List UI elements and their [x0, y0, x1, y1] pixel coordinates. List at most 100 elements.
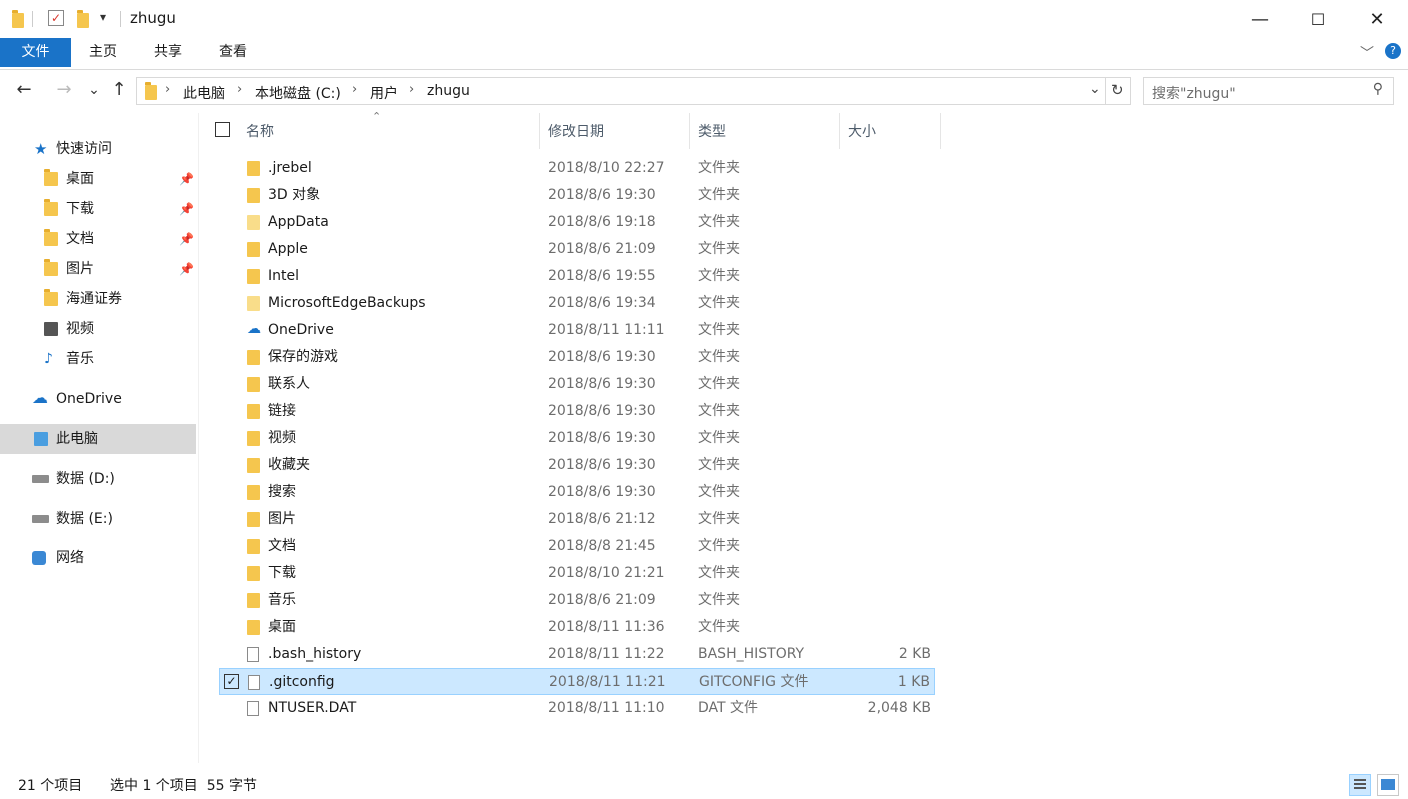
file-name: Apple	[268, 241, 308, 257]
file-name: 保存的游戏	[268, 349, 338, 365]
breadcrumb-users[interactable]: 用户	[370, 83, 398, 103]
breadcrumb-zhugu[interactable]: zhugu	[427, 83, 470, 99]
sidebar-item-desktop[interactable]: 桌面 📌	[44, 165, 194, 193]
properties-icon[interactable]: ✓	[48, 10, 64, 26]
row-checkbox[interactable]: ✓	[224, 674, 239, 689]
file-row[interactable]: 收藏夹 2018/8/6 19:30 文件夹	[219, 452, 935, 479]
file-row[interactable]: 桌面 2018/8/11 11:36 文件夹	[219, 614, 935, 641]
sidebar-item-videos[interactable]: 视频	[44, 315, 94, 343]
column-header-size[interactable]: 大小	[848, 121, 876, 141]
breadcrumb-this-pc[interactable]: 此电脑	[183, 83, 225, 103]
file-name: .jrebel	[268, 160, 312, 176]
file-row[interactable]: 保存的游戏 2018/8/6 19:30 文件夹	[219, 344, 935, 371]
column-header-name[interactable]: 名称	[246, 121, 274, 141]
videos-icon	[44, 322, 58, 336]
file-row[interactable]: 链接 2018/8/6 19:30 文件夹	[219, 398, 935, 425]
sidebar-item-downloads[interactable]: 下载 📌	[44, 195, 194, 223]
sidebar-item-quick-access[interactable]: ★ 快速访问	[34, 135, 112, 163]
file-date: 2018/8/6 19:30	[548, 403, 656, 419]
title-bar: ✓ ▾ zhugu — ☐ ✕	[0, 0, 1408, 38]
pin-icon[interactable]: 📌	[179, 225, 194, 253]
file-row[interactable]: ☁ OneDrive 2018/8/11 11:11 文件夹	[219, 317, 935, 344]
details-view-button[interactable]	[1349, 774, 1371, 796]
pin-icon[interactable]: 📌	[179, 165, 194, 193]
breadcrumb-separator[interactable]: ›	[165, 82, 170, 97]
select-all-checkbox[interactable]	[215, 122, 230, 137]
ribbon-expand-icon[interactable]: ﹀	[1360, 43, 1374, 63]
pane-divider[interactable]	[198, 113, 199, 763]
file-name: 音乐	[268, 592, 296, 608]
address-dropdown-icon[interactable]: ⌄	[1089, 81, 1101, 97]
file-date: 2018/8/6 19:30	[548, 457, 656, 473]
close-button[interactable]: ✕	[1347, 0, 1407, 38]
back-button[interactable]: ←	[12, 78, 36, 102]
sidebar-item-documents[interactable]: 文档 📌	[44, 225, 194, 253]
file-row[interactable]: 文档 2018/8/8 21:45 文件夹	[219, 533, 935, 560]
file-row[interactable]: MicrosoftEdgeBackups 2018/8/6 19:34 文件夹	[219, 290, 935, 317]
breadcrumb-separator[interactable]: ›	[237, 82, 242, 97]
folder-icon	[247, 377, 260, 392]
forward-button[interactable]: →	[52, 78, 76, 102]
sidebar-item-this-pc[interactable]: 此电脑	[34, 425, 98, 453]
sidebar-item-onedrive[interactable]: ☁ OneDrive	[32, 385, 122, 413]
folder-icon	[247, 593, 260, 608]
new-folder-icon[interactable]	[77, 10, 89, 28]
breadcrumb-drive-c[interactable]: 本地磁盘 (C:)	[255, 83, 341, 103]
file-row[interactable]: 下载 2018/8/10 21:21 文件夹	[219, 560, 935, 587]
file-row[interactable]: 3D 对象 2018/8/6 19:30 文件夹	[219, 182, 935, 209]
cloud-icon: ☁	[32, 388, 48, 407]
sidebar-item-drive-e[interactable]: 数据 (E:)	[32, 505, 113, 533]
up-button[interactable]: ↑	[107, 78, 131, 102]
folder-icon	[247, 620, 260, 635]
qat-dropdown-icon[interactable]: ▾	[100, 10, 106, 24]
file-name: AppData	[268, 214, 329, 230]
column-separator[interactable]	[689, 113, 690, 149]
file-date: 2018/8/6 21:09	[548, 241, 656, 257]
refresh-icon[interactable]: ↻	[1111, 81, 1124, 99]
minimize-button[interactable]: —	[1230, 0, 1290, 38]
column-separator[interactable]	[539, 113, 540, 149]
file-type: 文件夹	[698, 268, 740, 284]
sidebar-item-drive-d[interactable]: 数据 (D:)	[32, 465, 115, 493]
column-header-type[interactable]: 类型	[698, 121, 726, 141]
sidebar-item-haitong[interactable]: 海通证券	[44, 285, 122, 313]
tab-share[interactable]: 共享	[140, 38, 196, 67]
file-row[interactable]: Apple 2018/8/6 21:09 文件夹	[219, 236, 935, 263]
address-bar[interactable]: › 此电脑 › 本地磁盘 (C:) › 用户 › zhugu ⌄ ↻	[136, 77, 1131, 105]
file-date: 2018/8/11 11:22	[548, 646, 665, 662]
recent-locations-button[interactable]: ⌄	[82, 78, 106, 102]
large-icons-view-button[interactable]	[1377, 774, 1399, 796]
column-separator[interactable]	[839, 113, 840, 149]
file-row[interactable]: Intel 2018/8/6 19:55 文件夹	[219, 263, 935, 290]
file-row[interactable]: 音乐 2018/8/6 21:09 文件夹	[219, 587, 935, 614]
folder-icon	[247, 269, 260, 284]
maximize-button[interactable]: ☐	[1288, 0, 1348, 38]
search-icon[interactable]: ⚲	[1373, 81, 1383, 97]
sidebar-item-network[interactable]: 网络	[32, 544, 84, 572]
pin-icon[interactable]: 📌	[179, 195, 194, 223]
tab-view[interactable]: 查看	[205, 38, 261, 67]
column-separator[interactable]	[940, 113, 941, 149]
file-row[interactable]: 联系人 2018/8/6 19:30 文件夹	[219, 371, 935, 398]
file-row[interactable]: 图片 2018/8/6 21:12 文件夹	[219, 506, 935, 533]
documents-icon	[44, 229, 58, 246]
file-row[interactable]: ✓ .gitconfig 2018/8/11 11:21 GITCONFIG 文件 1 …	[219, 668, 935, 695]
file-row[interactable]: 搜索 2018/8/6 19:30 文件夹	[219, 479, 935, 506]
search-input[interactable]: 搜索"zhugu" ⚲	[1143, 77, 1394, 105]
sidebar-item-music[interactable]: ♪ 音乐	[44, 345, 94, 373]
sidebar-item-pictures[interactable]: 图片 📌	[44, 255, 194, 283]
tab-home[interactable]: 主页	[75, 38, 131, 67]
file-row[interactable]: NTUSER.DAT 2018/8/11 11:10 DAT 文件 2,048 KB	[219, 695, 935, 722]
file-row[interactable]: .bash_history 2018/8/11 11:22 BASH_HISTORY…	[219, 641, 935, 668]
file-row[interactable]: .jrebel 2018/8/10 22:27 文件夹	[219, 155, 935, 182]
tab-file[interactable]: 文件	[0, 38, 71, 67]
breadcrumb-separator[interactable]: ›	[352, 82, 357, 97]
pin-icon[interactable]: 📌	[179, 255, 194, 283]
network-icon	[32, 551, 46, 565]
file-row[interactable]: 视频 2018/8/6 19:30 文件夹	[219, 425, 935, 452]
file-row[interactable]: AppData 2018/8/6 19:18 文件夹	[219, 209, 935, 236]
help-icon[interactable]: ?	[1385, 43, 1401, 59]
selection-info: 选中 1 个项目 55 字节	[110, 778, 257, 794]
breadcrumb-separator[interactable]: ›	[409, 82, 414, 97]
column-header-date[interactable]: 修改日期	[548, 121, 604, 141]
